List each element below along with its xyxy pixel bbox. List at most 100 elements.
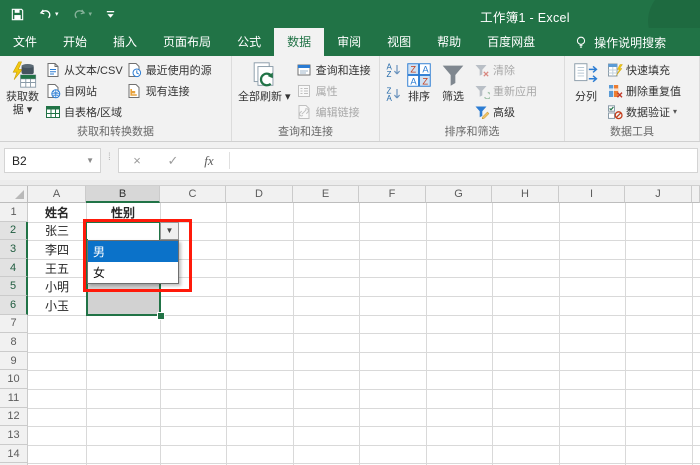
from-table-range-button[interactable]: 自表格/区域 bbox=[44, 101, 123, 122]
tab-页面布局[interactable]: 页面布局 bbox=[150, 28, 224, 56]
refresh-all-button[interactable]: 全部刷新 ▾ bbox=[236, 59, 293, 104]
get-data-button[interactable]: 获取数据 ▾ bbox=[4, 59, 41, 117]
tell-me-search-label: 操作说明搜索 bbox=[594, 34, 666, 51]
row-header-14[interactable]: 14 bbox=[0, 445, 28, 464]
column-header-J[interactable]: J bbox=[625, 186, 692, 203]
refresh-all-icon bbox=[249, 60, 280, 90]
row-header-4[interactable]: 4 bbox=[0, 259, 28, 278]
from-text-csv-button[interactable]: 从文本/CSV bbox=[44, 59, 123, 80]
row-header-13[interactable]: 13 bbox=[0, 426, 28, 445]
cancel-icon[interactable]: × bbox=[119, 153, 155, 168]
formula-bar-controls: × ✓ fx bbox=[118, 148, 698, 173]
row-header-5[interactable]: 5 bbox=[0, 277, 28, 296]
formula-input-divider bbox=[229, 152, 230, 169]
svg-text:Z: Z bbox=[410, 65, 416, 75]
formula-input[interactable] bbox=[232, 149, 697, 172]
row-header-2[interactable]: 2 bbox=[0, 222, 28, 241]
save-button[interactable] bbox=[10, 5, 25, 23]
recent-sources-button[interactable]: 最近使用的源 bbox=[126, 59, 212, 80]
tab-视图[interactable]: 视图 bbox=[374, 28, 424, 56]
existing-connections-button[interactable]: 现有连接 bbox=[126, 80, 212, 101]
tab-开始[interactable]: 开始 bbox=[50, 28, 100, 56]
save-icon bbox=[10, 7, 25, 22]
edit-links-button-label: 编辑链接 bbox=[316, 104, 360, 120]
advanced-filter-button[interactable]: 高级 bbox=[473, 101, 537, 122]
row-header-12[interactable]: 12 bbox=[0, 408, 28, 427]
sort-dialog-icon: ZAAZ bbox=[404, 60, 434, 90]
data-validation-button-caret-icon[interactable]: ▾ bbox=[673, 107, 677, 116]
svg-text:A: A bbox=[410, 76, 417, 86]
svg-text:A: A bbox=[422, 65, 429, 75]
sort-button[interactable]: ZAAZ排序 bbox=[402, 59, 436, 104]
undo-button-caret-icon[interactable]: ▾ bbox=[55, 11, 59, 18]
tell-me-search[interactable]: 操作说明搜索 bbox=[574, 28, 666, 56]
redo-button: ▾ bbox=[72, 5, 93, 23]
edit-links-button: 编辑链接 bbox=[296, 101, 371, 122]
tab-帮助[interactable]: 帮助 bbox=[424, 28, 474, 56]
cell-A2[interactable]: 张三 bbox=[28, 222, 86, 241]
row-header-1[interactable]: 1 bbox=[0, 203, 28, 222]
select-all-triangle-icon bbox=[15, 190, 24, 199]
cell-A6[interactable]: 小玉 bbox=[28, 296, 86, 315]
cell-A3[interactable]: 李四 bbox=[28, 240, 86, 259]
gridline bbox=[28, 463, 700, 464]
column-header-I[interactable]: I bbox=[559, 186, 625, 203]
tab-公式[interactable]: 公式 bbox=[224, 28, 274, 56]
text-to-columns-button[interactable]: 分列 bbox=[569, 59, 603, 104]
column-header-filler bbox=[692, 186, 700, 203]
from-web-icon bbox=[44, 83, 61, 99]
remove-duplicates-button[interactable]: 删除重复值 bbox=[606, 80, 681, 101]
undo-button[interactable]: ▾ bbox=[38, 5, 59, 23]
row-header-9[interactable]: 9 bbox=[0, 352, 28, 371]
column-header-B[interactable]: B bbox=[86, 186, 160, 203]
column-header-G[interactable]: G bbox=[426, 186, 492, 203]
ribbon-group-label: 数据工具 bbox=[565, 123, 699, 139]
qat-customize-icon bbox=[105, 9, 116, 20]
enter-icon[interactable]: ✓ bbox=[155, 153, 191, 169]
queries-connections-button[interactable]: 查询和连接 bbox=[296, 59, 371, 80]
row-header-10[interactable]: 10 bbox=[0, 370, 28, 389]
cell-A1[interactable]: 姓名 bbox=[28, 203, 86, 222]
name-box-caret-icon[interactable]: ▼ bbox=[86, 156, 94, 165]
tab-插入[interactable]: 插入 bbox=[100, 28, 150, 56]
column-header-C[interactable]: C bbox=[160, 186, 226, 203]
tab-文件[interactable]: 文件 bbox=[0, 28, 50, 56]
clear-filter-button: 清除 bbox=[473, 59, 537, 80]
row-header-8[interactable]: 8 bbox=[0, 333, 28, 352]
remove-duplicates-icon bbox=[606, 83, 623, 99]
excel-window: ▾▾ 工作簿1 - Excel 文件开始插入页面布局公式数据审阅视图帮助百度网盘… bbox=[0, 0, 700, 465]
cell-A5[interactable]: 小明 bbox=[28, 277, 86, 296]
row-header-3[interactable]: 3 bbox=[0, 240, 28, 259]
formula-bar: B2 ▼ ⁞ × ✓ fx bbox=[0, 142, 700, 180]
sort-descending-button[interactable]: ZA bbox=[384, 85, 402, 102]
recent-sources-icon bbox=[126, 62, 143, 78]
sort-ascending-button[interactable]: AZ bbox=[384, 61, 402, 78]
fill-handle[interactable] bbox=[157, 312, 165, 320]
clear-filter-button-label: 清除 bbox=[493, 62, 515, 78]
gridline bbox=[28, 408, 700, 409]
tab-数据[interactable]: 数据 bbox=[274, 28, 324, 56]
column-header-E[interactable]: E bbox=[293, 186, 359, 203]
filter-button[interactable]: 筛选 bbox=[436, 59, 470, 104]
column-header-H[interactable]: H bbox=[492, 186, 559, 203]
tab-百度网盘[interactable]: 百度网盘 bbox=[474, 28, 548, 56]
row-header-7[interactable]: 7 bbox=[0, 315, 28, 334]
row-header-6[interactable]: 6 bbox=[0, 296, 28, 315]
data-validation-button[interactable]: 数据验证▾ bbox=[606, 101, 681, 122]
cell-A4[interactable]: 王五 bbox=[28, 259, 86, 278]
from-web-button[interactable]: 自网站 bbox=[44, 80, 123, 101]
qat-customize-button[interactable] bbox=[105, 5, 116, 23]
column-header-D[interactable]: D bbox=[226, 186, 293, 203]
existing-connections-icon bbox=[126, 83, 143, 99]
select-all-corner[interactable] bbox=[0, 186, 28, 203]
insert-function-icon[interactable]: fx bbox=[191, 153, 227, 169]
tab-审阅[interactable]: 审阅 bbox=[324, 28, 374, 56]
sort-asc-icon: AZ bbox=[385, 62, 401, 78]
column-header-A[interactable]: A bbox=[28, 186, 86, 203]
reapply-filter-button: 重新应用 bbox=[473, 80, 537, 101]
name-box[interactable]: B2 ▼ bbox=[4, 148, 101, 173]
column-header-F[interactable]: F bbox=[359, 186, 426, 203]
flash-fill-button[interactable]: 快速填充 bbox=[606, 59, 681, 80]
row-header-11[interactable]: 11 bbox=[0, 389, 28, 408]
title-bar: ▾▾ 工作簿1 - Excel bbox=[0, 0, 700, 28]
